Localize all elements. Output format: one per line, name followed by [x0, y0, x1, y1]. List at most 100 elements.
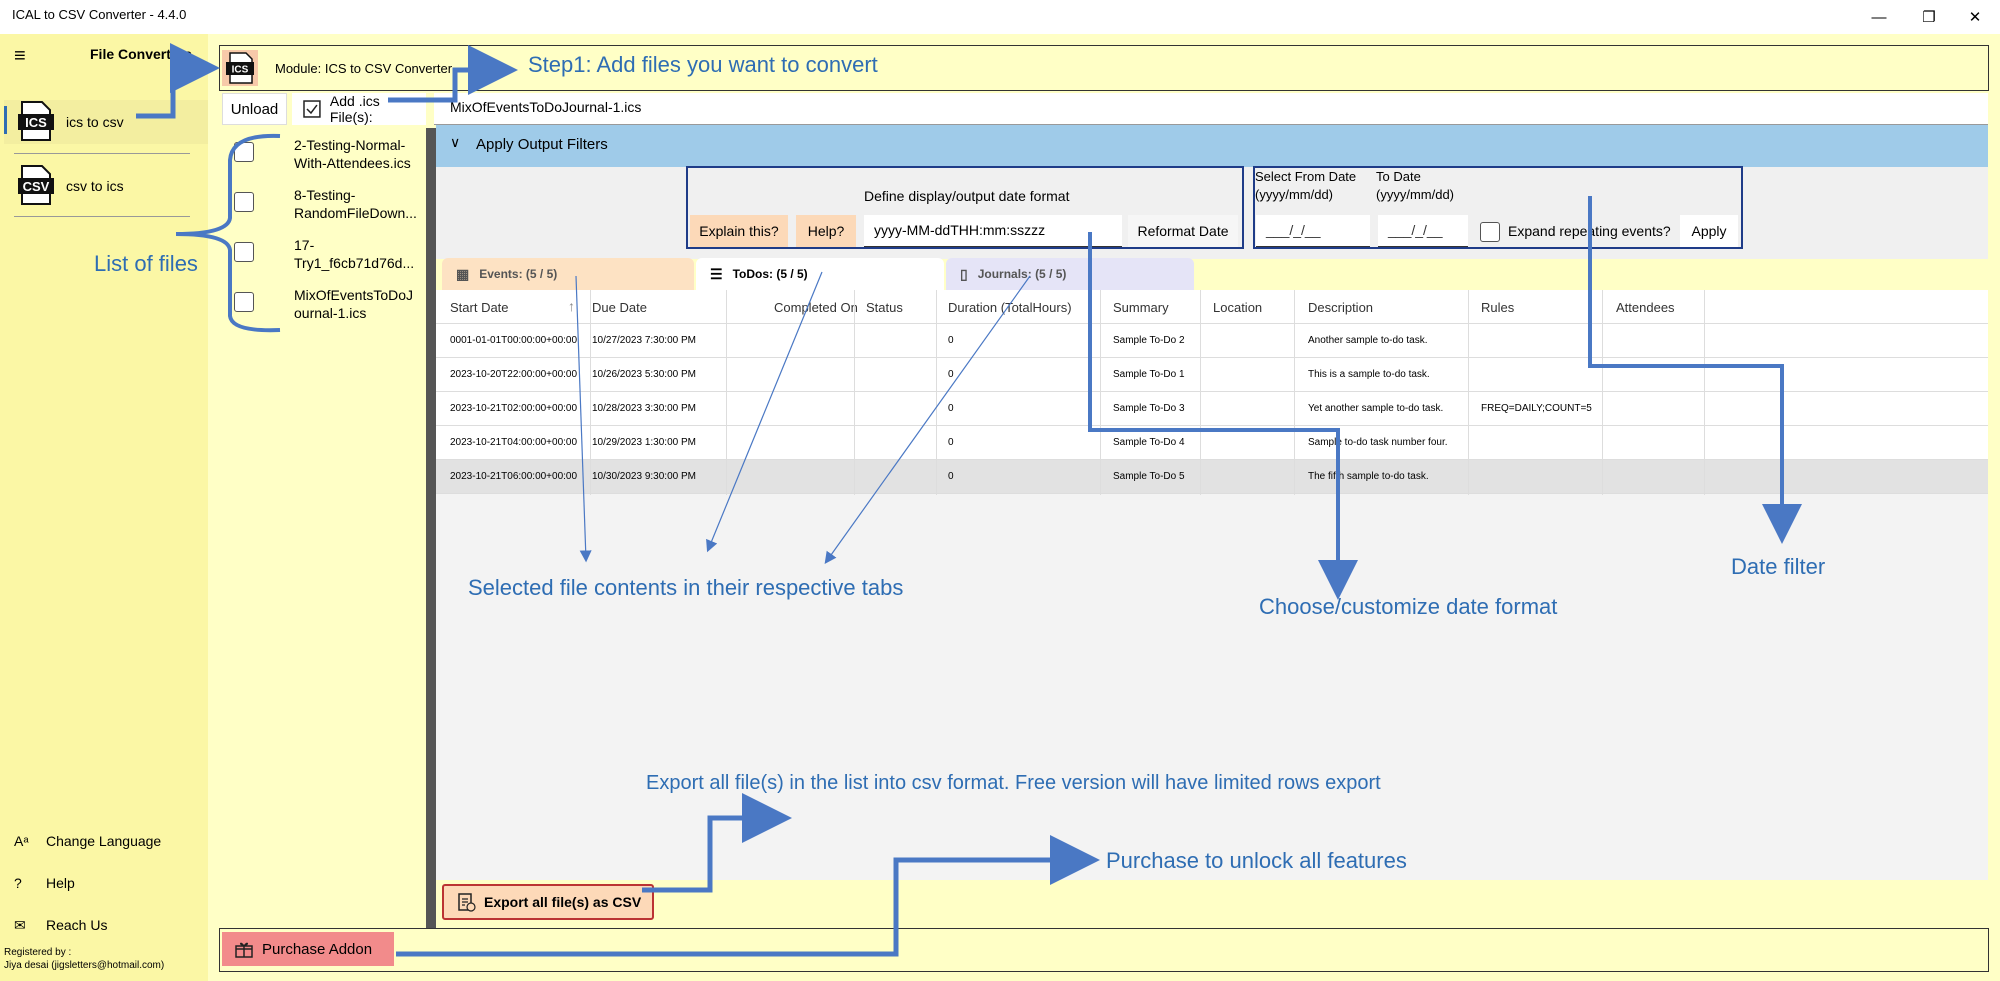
tab-todos[interactable]: ☰ ToDos: (5 / 5)	[696, 258, 944, 290]
table-cell: Sample To-Do 5	[1113, 471, 1185, 482]
table-cell: 0001-01-01T00:00:00+00:00	[450, 335, 578, 346]
registered-user: Jiya desai (jigsletters@hotmail.com)	[4, 960, 165, 971]
column-separator	[590, 290, 591, 494]
export-icon	[458, 893, 476, 912]
checklist-icon: ☰	[710, 265, 723, 282]
annotation-step1: Step1: Add files you want to convert	[528, 52, 878, 77]
close-button[interactable]: ✕	[1952, 0, 1998, 34]
calendar-icon: ▦	[456, 265, 470, 282]
help-label: Help	[46, 875, 75, 891]
list-item[interactable]: MixOfEventsToDoJ ournal-1.ics	[222, 280, 426, 328]
annotation-export: Export all file(s) in the list into csv …	[646, 772, 1381, 794]
language-icon: Aᵃ	[14, 833, 29, 849]
svg-text:CSV: CSV	[23, 179, 50, 194]
table-cell: 10/27/2023 7:30:00 PM	[592, 335, 696, 346]
from-date-input[interactable]: ___/_/__	[1256, 215, 1370, 247]
purchase-addon-button[interactable]: Purchase Addon	[222, 932, 394, 966]
change-language-button[interactable]: Aᵃ Change Language	[14, 833, 161, 849]
table-row[interactable]: 2023-10-21T04:00:00+00:00 10/29/2023 1:30…	[436, 426, 1988, 460]
restore-button[interactable]: ❐	[1906, 0, 1952, 34]
date-format-input[interactable]: yyyy-MM-ddTHH:mm:sszzz	[864, 215, 1122, 247]
table-row[interactable]: 2023-10-21T06:00:00+00:00 10/30/2023 9:30…	[436, 460, 1988, 494]
reach-us-button[interactable]: ✉ Reach Us	[14, 917, 107, 934]
column-header[interactable]: Start Date	[450, 300, 509, 315]
registration-info: Registered by : Jiya desai (jigsletters@…	[4, 946, 164, 972]
chevron-down-icon[interactable]: ∨	[450, 134, 460, 151]
to-date-input[interactable]: ___/_/__	[1378, 215, 1468, 247]
title-bar	[0, 0, 2000, 34]
table-cell: Sample to-do task number four.	[1308, 437, 1448, 448]
help-icon: ?	[14, 875, 22, 891]
divider	[14, 216, 190, 217]
active-indicator	[4, 106, 7, 134]
column-header[interactable]: Completed On	[774, 300, 858, 315]
table-cell: The fifth sample to-do task.	[1308, 471, 1429, 482]
column-separator	[936, 290, 937, 494]
apply-button[interactable]: Apply	[1680, 215, 1738, 247]
journal-icon: ▯	[960, 265, 968, 282]
sidebar-item-label: ics to csv	[66, 114, 124, 130]
csv-file-icon: CSV	[18, 165, 54, 205]
output-filters-header[interactable]	[436, 125, 1988, 167]
from-date-label: Select From Date (yyyy/mm/dd)	[1255, 169, 1357, 202]
change-language-label: Change Language	[46, 833, 162, 849]
column-separator	[1294, 290, 1295, 494]
svg-text:ICS: ICS	[232, 65, 249, 76]
module-bar	[219, 45, 1989, 91]
sidebar-item-csv-to-ics[interactable]: CSV csv to ics	[4, 164, 208, 208]
file-checkbox[interactable]	[234, 292, 254, 312]
table-cell: 2023-10-21T06:00:00+00:00	[450, 471, 578, 482]
table-cell: Another sample to-do task.	[1308, 335, 1428, 346]
divider	[14, 153, 190, 154]
column-header[interactable]: Summary	[1113, 300, 1169, 315]
splitter-handle[interactable]	[426, 128, 436, 928]
table-cell: 10/29/2023 1:30:00 PM	[592, 437, 696, 448]
table-row[interactable]: 2023-10-21T02:00:00+00:00 10/28/2023 3:30…	[436, 392, 1988, 426]
svg-text:ICS: ICS	[25, 115, 47, 130]
table-cell: 10/28/2023 3:30:00 PM	[592, 403, 696, 414]
table-row[interactable]: 2023-10-20T22:00:00+00:00 10/26/2023 5:30…	[436, 358, 1988, 392]
tab-events[interactable]: ▦ Events: (5 / 5)	[442, 258, 694, 290]
tab-label: ToDos: (5 / 5)	[732, 267, 808, 281]
list-item[interactable]: 2-Testing-Normal- With-Attendees.ics	[222, 130, 426, 178]
table-cell: FREQ=DAILY;COUNT=5	[1481, 403, 1592, 414]
list-item[interactable]: 17- Try1_f6cb71d76d...	[222, 230, 426, 278]
export-label: Export all file(s) as CSV	[484, 894, 642, 910]
sidebar-item-ics-to-csv[interactable]: ICS ics to csv	[4, 100, 208, 144]
expand-repeating-checkbox[interactable]	[1480, 222, 1500, 242]
hamburger-menu-icon[interactable]: ≡	[14, 46, 26, 66]
add-files-button[interactable]: Add .ics File(s):	[292, 93, 426, 125]
add-files-label: Add .ics File(s):	[329, 93, 380, 125]
tab-label: Journals: (5 / 5)	[977, 267, 1067, 281]
column-header[interactable]: Rules	[1481, 300, 1514, 315]
column-header[interactable]: Description	[1308, 300, 1373, 315]
file-checkbox[interactable]	[234, 242, 254, 262]
reformat-date-button[interactable]: Reformat Date	[1128, 215, 1238, 247]
column-separator	[1602, 290, 1603, 494]
table-cell: 0	[948, 471, 954, 482]
minimize-button[interactable]: —	[1856, 0, 1902, 34]
annotation-purchase: Purchase to unlock all features	[1106, 848, 1407, 873]
column-header[interactable]: Status	[866, 300, 903, 315]
close-icon: ✕	[1968, 9, 1982, 26]
export-csv-button[interactable]: Export all file(s) as CSV	[442, 884, 654, 920]
file-list: 2-Testing-Normal- With-Attendees.ics 8-Te…	[222, 128, 426, 928]
list-item[interactable]: 8-Testing- RandomFileDown...	[222, 180, 426, 228]
column-header[interactable]: Due Date	[592, 300, 647, 315]
restore-icon: ❐	[1922, 9, 1936, 26]
output-filters-label: Apply Output Filters	[476, 136, 608, 153]
explain-button[interactable]: Explain this?	[690, 215, 788, 247]
selected-file-path: MixOfEventsToDoJournal-1.ics	[434, 93, 1988, 125]
help-button[interactable]: Help?	[796, 215, 856, 247]
column-header[interactable]: Location	[1213, 300, 1262, 315]
annotation-date-filter: Date filter	[1731, 554, 1826, 579]
unload-button[interactable]: Unload	[222, 93, 287, 125]
column-header[interactable]: Attendees	[1616, 300, 1675, 315]
column-header[interactable]: Duration (TotalHours)	[948, 300, 1072, 315]
file-checkbox[interactable]	[234, 192, 254, 212]
help-nav-button[interactable]: ? Help	[14, 875, 75, 891]
file-checkbox[interactable]	[234, 142, 254, 162]
expand-repeating-label: Expand repeating events?	[1508, 223, 1671, 239]
table-row[interactable]: 0001-01-01T00:00:00+00:00 10/27/2023 7:30…	[436, 324, 1988, 358]
tab-journals[interactable]: ▯ Journals: (5 / 5)	[946, 258, 1194, 290]
